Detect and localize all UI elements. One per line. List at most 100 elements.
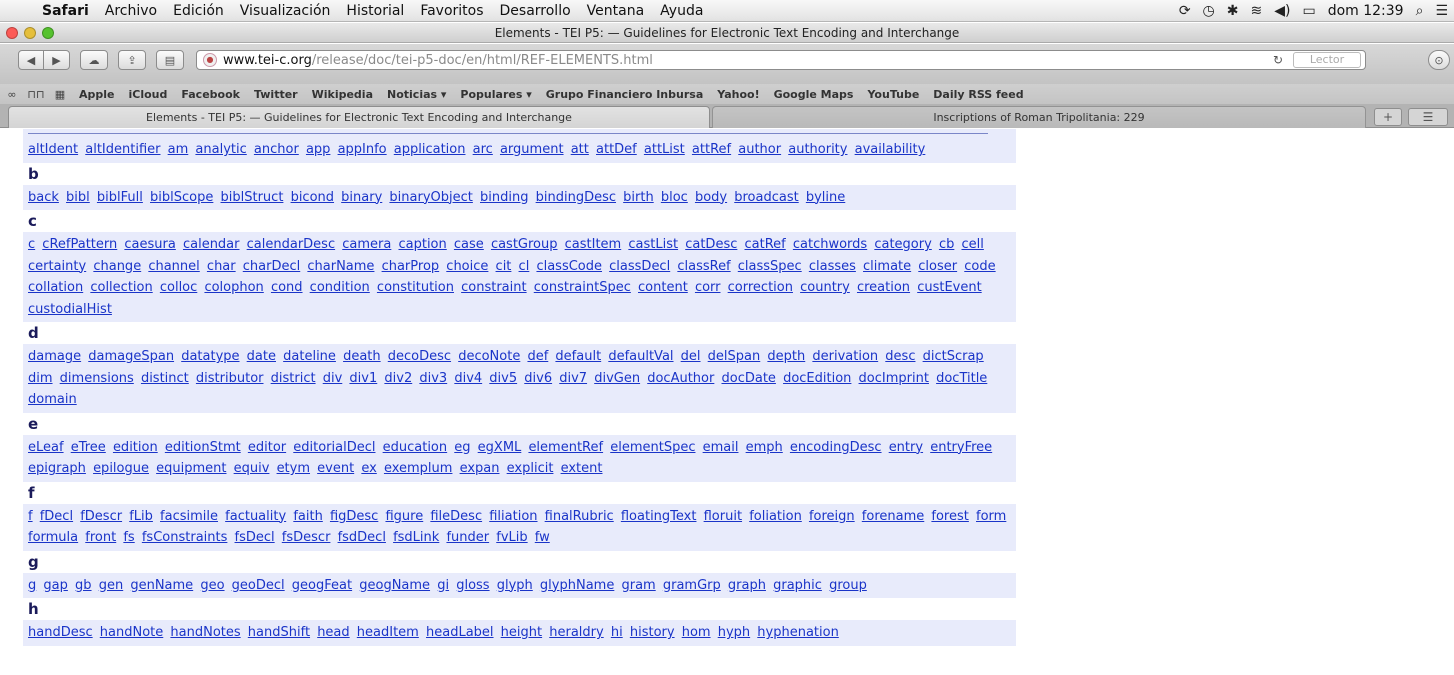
menu-ventana[interactable]: Ventana [579,3,653,19]
element-link[interactable]: eTree [71,440,106,455]
element-link[interactable]: div3 [419,371,447,386]
share-button[interactable]: ⇪ [118,50,146,70]
bookmark-twitter[interactable]: Twitter [247,88,305,101]
element-link[interactable]: damageSpan [88,349,174,364]
element-link[interactable]: gi [437,578,449,593]
element-link[interactable]: graph [728,578,766,593]
bookmark-apple[interactable]: Apple [72,88,122,101]
element-link[interactable]: geogName [359,578,430,593]
element-link[interactable]: epilogue [93,461,149,476]
element-link[interactable]: cl [519,259,530,274]
element-link[interactable]: div2 [384,371,412,386]
bluetooth-icon[interactable]: ✱ [1227,3,1239,19]
bookmarks-book-icon[interactable]: ⊓⊓ [24,88,48,101]
battery-icon[interactable]: ▭ [1302,3,1315,19]
reader-button[interactable]: Lector [1293,52,1361,68]
element-link[interactable]: div7 [559,371,587,386]
element-link[interactable]: am [168,142,189,157]
element-link[interactable]: gen [99,578,124,593]
bookmark-google-maps[interactable]: Google Maps [767,88,861,101]
element-link[interactable]: floatingText [621,509,697,524]
spotlight-search-icon[interactable]: ⌕ [1416,3,1424,19]
element-link[interactable]: dictScrap [923,349,984,364]
element-link[interactable]: glyphName [540,578,614,593]
element-link[interactable]: case [454,237,484,252]
element-link[interactable]: hi [611,625,623,640]
sync-icon[interactable]: ⟳ [1179,3,1191,19]
element-link[interactable]: fvLib [496,530,527,545]
element-link[interactable]: cRefPattern [42,237,117,252]
element-link[interactable]: c [28,237,35,252]
element-link[interactable]: constraint [461,280,526,295]
element-link[interactable]: climate [863,259,911,274]
element-link[interactable]: history [630,625,675,640]
element-link[interactable]: dimensions [60,371,134,386]
element-link[interactable]: channel [148,259,199,274]
element-link[interactable]: del [681,349,701,364]
element-link[interactable]: desc [885,349,915,364]
element-link[interactable]: distributor [196,371,264,386]
back-button[interactable]: ◀ [18,50,44,70]
element-link[interactable]: faith [293,509,323,524]
element-link[interactable]: gram [621,578,655,593]
element-link[interactable]: hyphenation [757,625,839,640]
tab-roman-tripolitania[interactable]: Inscriptions of Roman Tripolitania: 229 [712,106,1366,128]
bookmark-icloud[interactable]: iCloud [122,88,175,101]
element-link[interactable]: charName [307,259,374,274]
element-link[interactable]: facsimile [160,509,218,524]
element-link[interactable]: author [738,142,781,157]
element-link[interactable]: correction [728,280,793,295]
element-link[interactable]: domain [28,392,77,407]
element-link[interactable]: event [317,461,354,476]
bookmark-inbursa[interactable]: Grupo Financiero Inbursa [539,88,711,101]
element-link[interactable]: content [638,280,688,295]
element-link[interactable]: dateline [283,349,336,364]
element-link[interactable]: f [28,509,33,524]
time-machine-icon[interactable]: ◷ [1203,3,1215,19]
element-link[interactable]: forename [862,509,924,524]
element-link[interactable]: g [28,578,36,593]
element-link[interactable]: handNotes [170,625,240,640]
element-link[interactable]: edition [113,440,158,455]
element-link[interactable]: constitution [377,280,454,295]
reload-icon[interactable]: ↻ [1273,53,1283,67]
element-link[interactable]: finalRubric [545,509,614,524]
element-link[interactable]: decoNote [458,349,520,364]
element-link[interactable]: exemplum [384,461,453,476]
element-link[interactable]: handDesc [28,625,93,640]
forward-button[interactable]: ▶ [44,50,70,70]
element-link[interactable]: headLabel [426,625,494,640]
icloud-tabs-button[interactable]: ☁ [80,50,108,70]
element-link[interactable]: char [207,259,236,274]
element-link[interactable]: figure [385,509,423,524]
menu-ayuda[interactable]: Ayuda [652,3,711,19]
element-link[interactable]: colloc [160,280,197,295]
element-link[interactable]: constraintSpec [534,280,631,295]
menu-archivo[interactable]: Archivo [97,3,165,19]
element-link[interactable]: classSpec [738,259,802,274]
element-link[interactable]: country [800,280,850,295]
element-link[interactable]: gb [75,578,92,593]
element-link[interactable]: catRef [745,237,786,252]
element-link[interactable]: attDef [596,142,637,157]
element-link[interactable]: gloss [456,578,489,593]
element-link[interactable]: div5 [489,371,517,386]
element-link[interactable]: geo [200,578,224,593]
element-link[interactable]: delSpan [708,349,761,364]
element-link[interactable]: cb [939,237,954,252]
element-link[interactable]: explicit [507,461,554,476]
element-link[interactable]: calendar [183,237,240,252]
element-link[interactable]: fw [535,530,550,545]
new-tab-button[interactable]: + [1374,108,1402,126]
element-link[interactable]: editorialDecl [293,440,375,455]
element-link[interactable]: classDecl [609,259,670,274]
element-link[interactable]: date [247,349,276,364]
element-link[interactable]: formula [28,530,78,545]
element-link[interactable]: byline [806,190,845,205]
element-link[interactable]: filiation [489,509,537,524]
element-link[interactable]: collation [28,280,83,295]
element-link[interactable]: eg [454,440,470,455]
element-link[interactable]: authority [788,142,847,157]
menu-edicion[interactable]: Edición [165,3,232,19]
element-link[interactable]: choice [446,259,488,274]
